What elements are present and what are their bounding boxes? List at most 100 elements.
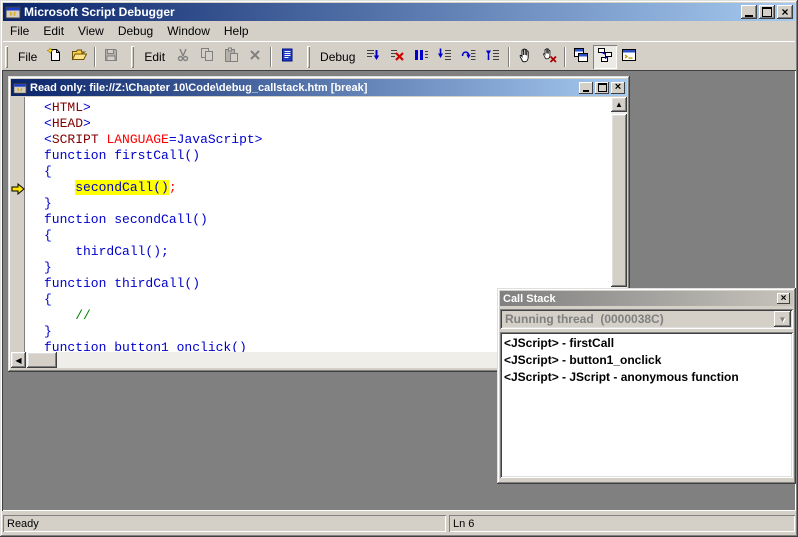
thread-selector-value: Running thread (0000038C)	[500, 312, 774, 326]
instruction-pointer-icon	[11, 182, 25, 194]
menu-item-help[interactable]: Help	[217, 23, 256, 39]
toolbar-separator	[94, 47, 96, 67]
toolbar-menu-file[interactable]: File	[12, 48, 43, 66]
thread-selector-dropdown-button[interactable]: ▼	[774, 311, 791, 327]
call-stack-window: Call Stack × Running thread (0000038C) ▼…	[497, 288, 796, 484]
chevron-down-icon: ▼	[779, 315, 787, 324]
toolbar-menu-debug[interactable]: Debug	[314, 48, 361, 66]
run-icon	[365, 47, 381, 66]
call-stack-titlebar[interactable]: Call Stack ×	[500, 291, 793, 306]
call-stack-frame[interactable]: <JScript> - button1_onclick	[504, 352, 789, 369]
step-out-button[interactable]	[481, 45, 505, 69]
arrow-left-icon: ◀	[15, 356, 21, 365]
clear-breakpoints-button[interactable]	[537, 45, 561, 69]
call-stack-icon	[597, 47, 613, 66]
toolbar: File Edit Debug	[3, 41, 795, 71]
run-button[interactable]	[361, 45, 385, 69]
horizontal-scrollbar-thumb[interactable]	[27, 352, 57, 368]
vertical-scrollbar-thumb[interactable]	[611, 114, 627, 287]
minimize-icon	[583, 90, 589, 92]
code-line-4: function firstCall()	[44, 148, 611, 164]
step-over-icon	[461, 47, 477, 66]
close-button[interactable]: ×	[777, 5, 793, 19]
new-document-button[interactable]	[43, 45, 67, 69]
toolbar-menu-edit[interactable]: Edit	[138, 48, 171, 66]
document-maximize-button[interactable]	[595, 82, 609, 94]
document-title: Read only: file://Z:\Chapter 10\Code\deb…	[30, 82, 577, 94]
code-line-10: thirdCall();	[44, 244, 611, 260]
call-stack-frame[interactable]: <JScript> - JScript - anonymous function	[504, 369, 789, 386]
step-into-icon	[437, 47, 453, 66]
menu-item-debug[interactable]: Debug	[111, 23, 160, 39]
paste-button[interactable]	[219, 45, 243, 69]
close-icon: ×	[781, 7, 788, 17]
command-window-icon	[621, 47, 637, 66]
close-icon: ×	[615, 83, 621, 92]
open-icon	[71, 47, 87, 66]
line-indicator-panel: Ln 6	[449, 515, 795, 532]
toolbar-grip[interactable]	[5, 46, 8, 68]
copy-button[interactable]	[195, 45, 219, 69]
running-documents-icon	[573, 47, 589, 66]
paste-icon	[223, 47, 239, 66]
document-close-button[interactable]: ×	[611, 82, 625, 94]
stop-debugging-icon	[389, 47, 405, 66]
code-line-2: <HEAD>	[44, 116, 611, 132]
new-document-icon	[47, 47, 63, 66]
step-into-button[interactable]	[433, 45, 457, 69]
step-over-button[interactable]	[457, 45, 481, 69]
break-button[interactable]	[409, 45, 433, 69]
call-stack-frame[interactable]: <JScript> - firstCall	[504, 335, 789, 352]
maximize-icon	[598, 83, 607, 92]
scroll-up-button[interactable]: ▲	[611, 97, 627, 112]
code-line-3: <SCRIPT LANGUAGE=JavaScript>	[44, 132, 611, 148]
delete-button[interactable]	[243, 45, 267, 69]
window-title: Microsoft Script Debugger	[24, 5, 741, 19]
view-source-button[interactable]	[275, 45, 299, 69]
code-line-8: function secondCall()	[44, 212, 611, 228]
save-icon	[103, 47, 119, 66]
call-stack-close-button[interactable]: ×	[777, 293, 790, 304]
toolbar-group-edit: Edit	[129, 44, 299, 70]
code-line-9: {	[44, 228, 611, 244]
breakpoint-margin[interactable]	[11, 97, 26, 352]
line-indicator: Ln 6	[453, 518, 474, 530]
toolbar-group-file: File	[3, 44, 123, 70]
menu-item-edit[interactable]: Edit	[36, 23, 71, 39]
menu-item-window[interactable]: Window	[160, 23, 217, 39]
document-icon	[13, 81, 27, 95]
thread-selector[interactable]: Running thread (0000038C) ▼	[500, 309, 793, 329]
open-button[interactable]	[67, 45, 91, 69]
call-stack-button[interactable]	[593, 45, 617, 69]
code-line-1: <HTML>	[44, 100, 611, 116]
toolbar-group-debug: Debug	[305, 44, 641, 70]
window-titlebar[interactable]: Microsoft Script Debugger ×	[3, 3, 795, 21]
minimize-button[interactable]	[741, 5, 757, 19]
code-line-6: secondCall();	[44, 180, 611, 196]
cut-icon	[175, 47, 191, 66]
toolbar-grip[interactable]	[307, 46, 310, 68]
maximize-button[interactable]	[759, 5, 775, 19]
minimize-icon	[745, 15, 753, 17]
save-button[interactable]	[99, 45, 123, 69]
status-message: Ready	[7, 518, 39, 530]
copy-icon	[199, 47, 215, 66]
stop-debugging-button[interactable]	[385, 45, 409, 69]
status-bar: Ready Ln 6	[2, 511, 796, 535]
toggle-breakpoint-button[interactable]	[513, 45, 537, 69]
scroll-left-button[interactable]: ◀	[11, 352, 26, 368]
toggle-breakpoint-icon	[517, 47, 533, 66]
menu-item-file[interactable]: File	[3, 23, 36, 39]
toolbar-grip[interactable]	[131, 46, 134, 68]
document-titlebar[interactable]: Read only: file://Z:\Chapter 10\Code\deb…	[11, 79, 627, 96]
toolbar-separator	[508, 47, 510, 67]
delete-icon	[247, 47, 263, 66]
document-minimize-button[interactable]	[579, 82, 593, 94]
code-line-5: {	[44, 164, 611, 180]
cut-button[interactable]	[171, 45, 195, 69]
view-source-icon	[279, 47, 295, 66]
running-documents-button[interactable]	[569, 45, 593, 69]
menu-item-view[interactable]: View	[71, 23, 111, 39]
command-window-button[interactable]	[617, 45, 641, 69]
arrow-up-icon: ▲	[615, 100, 623, 109]
